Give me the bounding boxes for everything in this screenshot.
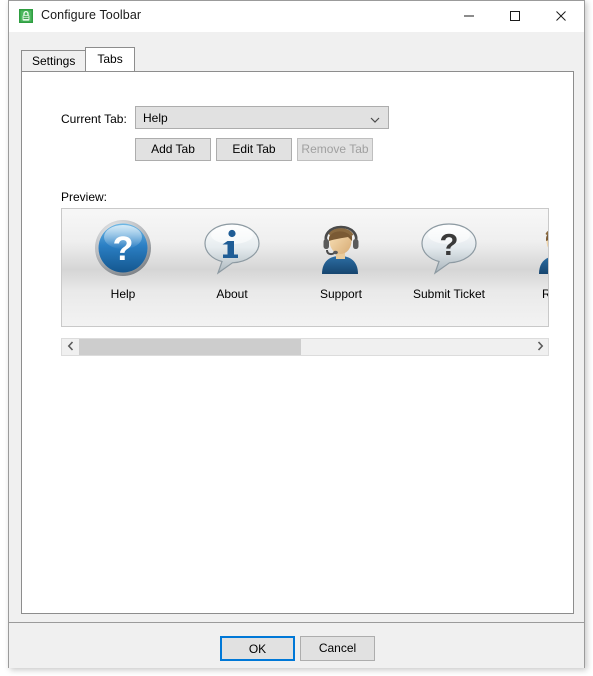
current-tab-select[interactable]: Help [135,106,389,129]
tab-strip: Settings Tabs [21,47,135,71]
configure-toolbar-window: Configure Toolbar Settings Tabs Current … [8,0,585,668]
tab-tabs-label: Tabs [97,52,123,66]
preview-item-submit-ticket[interactable]: ? Submit Ticket [401,215,497,301]
scroll-left-button[interactable] [62,339,79,355]
preview-item-label: Submit Ticket [412,287,486,301]
preview-item-label: Support [319,287,363,301]
preview-label: Preview: [61,190,108,204]
maximize-icon [509,10,521,22]
app-green-lock-icon [18,8,34,24]
current-tab-label: Current Tab: [61,112,127,126]
question-mark-circle-icon: ? [75,215,171,281]
tab-actions: Add Tab Edit Tab Remove Tab [135,138,373,161]
chevron-down-icon [370,114,380,124]
preview-horizontal-scrollbar[interactable] [61,338,549,356]
close-button[interactable] [538,1,584,31]
tab-settings[interactable]: Settings [21,50,87,71]
preview-item-support[interactable]: Support [293,215,389,301]
svg-text:?: ? [440,227,459,262]
close-icon [555,10,567,22]
add-tab-button[interactable]: Add Tab [135,138,211,161]
chevron-right-icon [536,340,544,354]
preview-item-help[interactable]: ? Help [75,215,171,301]
minimize-icon [463,10,475,22]
minimize-button[interactable] [446,1,492,31]
scrollbar-track[interactable] [79,339,531,355]
scroll-right-button[interactable] [531,339,548,355]
window-title: Configure Toolbar [41,8,142,22]
edit-tab-button[interactable]: Edit Tab [216,138,292,161]
preview-item-label: Remo [510,287,548,301]
toolbar-preview-panel: ? Help About Support ? Submit Ticket [61,208,549,327]
chevron-left-icon [67,340,75,354]
headset-person-icon [293,215,389,281]
title-bar: Configure Toolbar [9,1,584,32]
remove-tab-label: Remove Tab [301,142,369,156]
tab-tabs[interactable]: Tabs [85,47,135,71]
question-speech-bubble-icon: ? [401,215,497,281]
preview-item-label: Help [110,287,136,301]
person-icon [510,215,548,281]
maximize-button[interactable] [492,1,538,31]
dialog-footer: OK Cancel [9,623,584,668]
edit-tab-label: Edit Tab [232,142,276,156]
svg-text:?: ? [113,230,134,268]
ok-button[interactable]: OK [220,636,295,661]
info-speech-bubble-icon [184,215,280,281]
window-controls [446,1,584,31]
remove-tab-button: Remove Tab [297,138,373,161]
cancel-button[interactable]: Cancel [300,636,375,661]
cancel-label: Cancel [318,641,357,655]
ok-label: OK [248,642,267,656]
tab-panel-tabs: Current Tab: Help Add Tab Edit Tab Remov… [21,71,574,614]
add-tab-label: Add Tab [151,142,195,156]
tab-settings-label: Settings [32,54,76,68]
preview-item-about[interactable]: About [184,215,280,301]
preview-item-label: About [216,287,248,301]
current-tab-selected-value: Help [143,111,168,125]
preview-item-remote[interactable]: Remo [510,215,548,301]
scrollbar-thumb[interactable] [79,339,301,355]
